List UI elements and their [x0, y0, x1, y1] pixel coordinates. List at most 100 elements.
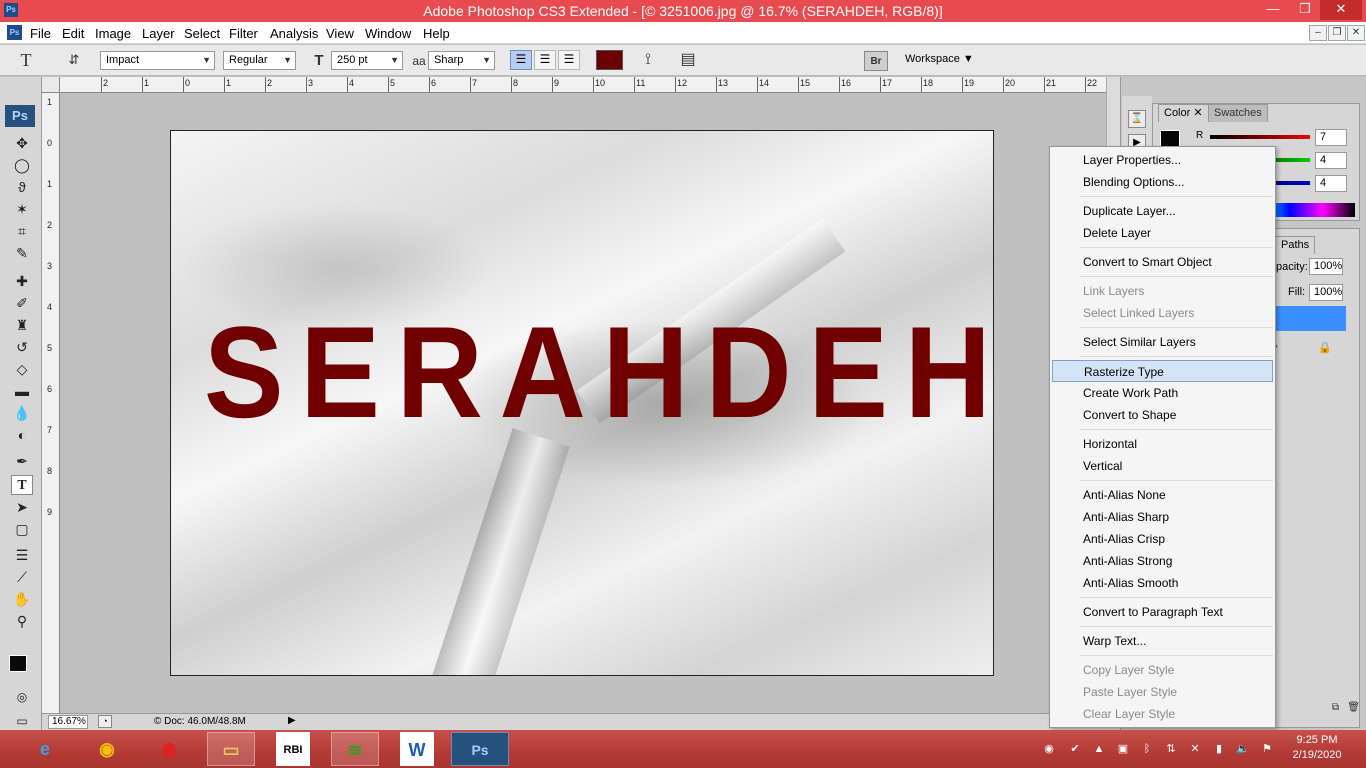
crop-tool-icon[interactable]: ⌗	[11, 221, 33, 241]
notes-tool-icon[interactable]: ☰	[11, 545, 33, 565]
taskbar-app-word[interactable]: W	[400, 732, 434, 766]
context-menu-item[interactable]: Clear Layer Style	[1050, 703, 1275, 725]
menu-analysis[interactable]: Analysis	[270, 26, 318, 41]
align-left-button[interactable]: ☰	[510, 50, 532, 70]
tab-swatches[interactable]: Swatches	[1208, 104, 1268, 122]
context-menu-item[interactable]: Convert to Smart Object	[1050, 251, 1275, 273]
selected-layer-row[interactable]	[1276, 306, 1346, 331]
gradient-tool-icon[interactable]: ▬	[11, 381, 33, 401]
eraser-tool-icon[interactable]: ◇	[11, 359, 33, 379]
healing-brush-tool-icon[interactable]: ✚	[11, 271, 33, 291]
doc-close-button[interactable]: ✕	[1347, 25, 1365, 41]
font-style-select[interactable]: Regular ▼	[223, 51, 296, 70]
battery-icon[interactable]: ▮	[1212, 742, 1226, 756]
dodge-tool-icon[interactable]: ◐	[11, 425, 33, 445]
type-tool-icon[interactable]: T	[11, 475, 33, 495]
trash-icon[interactable]: 🗑	[1347, 702, 1360, 713]
workspace-button[interactable]: Workspace ▼	[905, 53, 974, 65]
menu-select[interactable]: Select	[184, 26, 220, 41]
menu-help[interactable]: Help	[423, 26, 450, 41]
doc-minimize-button[interactable]: –	[1309, 25, 1327, 41]
context-menu-item[interactable]: Convert to Shape	[1050, 404, 1275, 426]
brush-tool-icon[interactable]: ✐	[11, 293, 33, 313]
network-icon[interactable]: ⇅	[1164, 742, 1178, 756]
shape-tool-icon[interactable]: ▢	[11, 519, 33, 539]
ruler-origin[interactable]	[42, 77, 60, 93]
history-brush-tool-icon[interactable]: ↺	[11, 337, 33, 357]
context-menu-item[interactable]: Blending Options...	[1050, 171, 1275, 193]
align-right-button[interactable]: ☰	[558, 50, 580, 70]
taskbar-app-chrome[interactable]: ◉	[83, 732, 131, 766]
text-color-swatch[interactable]	[596, 50, 623, 70]
menu-image[interactable]: Image	[95, 26, 131, 41]
move-tool-icon[interactable]: ✥	[11, 133, 33, 153]
foreground-color-swatch[interactable]	[9, 655, 27, 672]
eyedropper-tool-icon[interactable]: ⟋	[11, 567, 33, 587]
slice-tool-icon[interactable]: ✎	[11, 243, 33, 263]
context-menu-item[interactable]: Warp Text...	[1050, 630, 1275, 652]
align-center-button[interactable]: ☰	[534, 50, 556, 70]
context-menu-item[interactable]: Delete Layer	[1050, 222, 1275, 244]
red-value-field[interactable]: 7	[1315, 129, 1347, 146]
bridge-icon[interactable]: Br	[864, 51, 888, 71]
lasso-tool-icon[interactable]: ϑ	[11, 177, 33, 197]
flag-icon[interactable]: ⚑	[1260, 742, 1274, 756]
taskbar-app-photoshop[interactable]: Ps	[451, 732, 509, 766]
status-menu-arrow[interactable]: ▶	[288, 715, 296, 726]
context-menu-item[interactable]: Copy Layer Style	[1050, 659, 1275, 681]
close-button[interactable]: ✕	[1320, 0, 1362, 20]
bluetooth-icon[interactable]: ᛒ	[1140, 742, 1154, 756]
character-palette-icon[interactable]: ▤	[678, 50, 698, 70]
context-menu-item[interactable]: Link Layers	[1050, 280, 1275, 302]
warp-text-icon[interactable]: ⟟	[638, 50, 658, 70]
type-tool-preset-icon[interactable]: T	[16, 50, 36, 70]
green-value-field[interactable]: 4	[1315, 152, 1347, 169]
context-menu-item[interactable]: Duplicate Layer...	[1050, 200, 1275, 222]
horizontal-ruler[interactable]: 2101234567891011121314151617181920212223	[60, 77, 1138, 93]
text-layer-content[interactable]: SERAHDEH	[204, 307, 991, 437]
menu-file[interactable]: File	[30, 26, 51, 41]
marquee-tool-icon[interactable]: ◯	[11, 155, 33, 175]
zoom-tool-icon[interactable]: ⚲	[11, 611, 33, 631]
screen-mode-icon[interactable]: ▭	[11, 711, 33, 731]
magic-wand-tool-icon[interactable]: ✶	[11, 199, 33, 219]
opacity-field[interactable]: 100%	[1309, 258, 1343, 275]
context-menu-item[interactable]: Paste Layer Style	[1050, 681, 1275, 703]
blur-tool-icon[interactable]: 💧	[11, 403, 33, 423]
menu-window[interactable]: Window	[365, 26, 411, 41]
fill-field[interactable]: 100%	[1309, 284, 1343, 301]
context-menu-item[interactable]: Anti-Alias None	[1050, 484, 1275, 506]
minimize-button[interactable]: —	[1258, 0, 1288, 20]
context-menu-item[interactable]: Create Work Path	[1050, 382, 1275, 404]
pen-tool-icon[interactable]: ✒	[11, 451, 33, 471]
history-panel-icon[interactable]: ⌛	[1128, 110, 1146, 128]
red-slider[interactable]	[1210, 135, 1310, 139]
clock[interactable]: 9:25 PM 2/19/2020	[1282, 733, 1352, 763]
context-menu-item[interactable]: Select Similar Layers	[1050, 331, 1275, 353]
context-menu-item[interactable]: Rasterize Type	[1052, 360, 1273, 382]
context-menu-item[interactable]: Select Linked Layers	[1050, 302, 1275, 324]
font-size-select[interactable]: 250 pt ▼	[331, 51, 403, 70]
taskbar-app-ie[interactable]: e	[21, 732, 69, 766]
new-layer-icon[interactable]: ⧉	[1332, 702, 1339, 713]
zoom-field[interactable]: 16.67%	[48, 715, 88, 729]
drive-tray-icon[interactable]: ▲	[1092, 742, 1106, 756]
quick-mask-icon[interactable]: ◎	[11, 687, 33, 707]
context-menu-item[interactable]: Layer Properties...	[1050, 149, 1275, 171]
tab-paths[interactable]: Paths	[1275, 236, 1316, 254]
taskbar-app-file-explorer[interactable]: ▭	[207, 732, 255, 766]
monitor-tray-icon[interactable]: ▣	[1116, 742, 1130, 756]
clone-stamp-tool-icon[interactable]: ♜	[11, 315, 33, 335]
chrome-tray-icon[interactable]: ◉	[1042, 742, 1056, 756]
blue-value-field[interactable]: 4	[1315, 175, 1347, 192]
menu-filter[interactable]: Filter	[229, 26, 258, 41]
context-menu-item[interactable]: Convert to Paragraph Text	[1050, 601, 1275, 623]
context-menu-item[interactable]: Anti-Alias Strong	[1050, 550, 1275, 572]
document-canvas[interactable]: SERAHDEH	[170, 130, 994, 676]
font-family-select[interactable]: Impact ▼	[100, 51, 215, 70]
taskbar-app-camera-app[interactable]: ◉	[145, 732, 193, 766]
menu-layer[interactable]: Layer	[142, 26, 175, 41]
tab-color[interactable]: Color ✕	[1158, 104, 1209, 122]
taskbar-app-green-app[interactable]: ≋	[331, 732, 379, 766]
context-menu-item[interactable]: Anti-Alias Smooth	[1050, 572, 1275, 594]
